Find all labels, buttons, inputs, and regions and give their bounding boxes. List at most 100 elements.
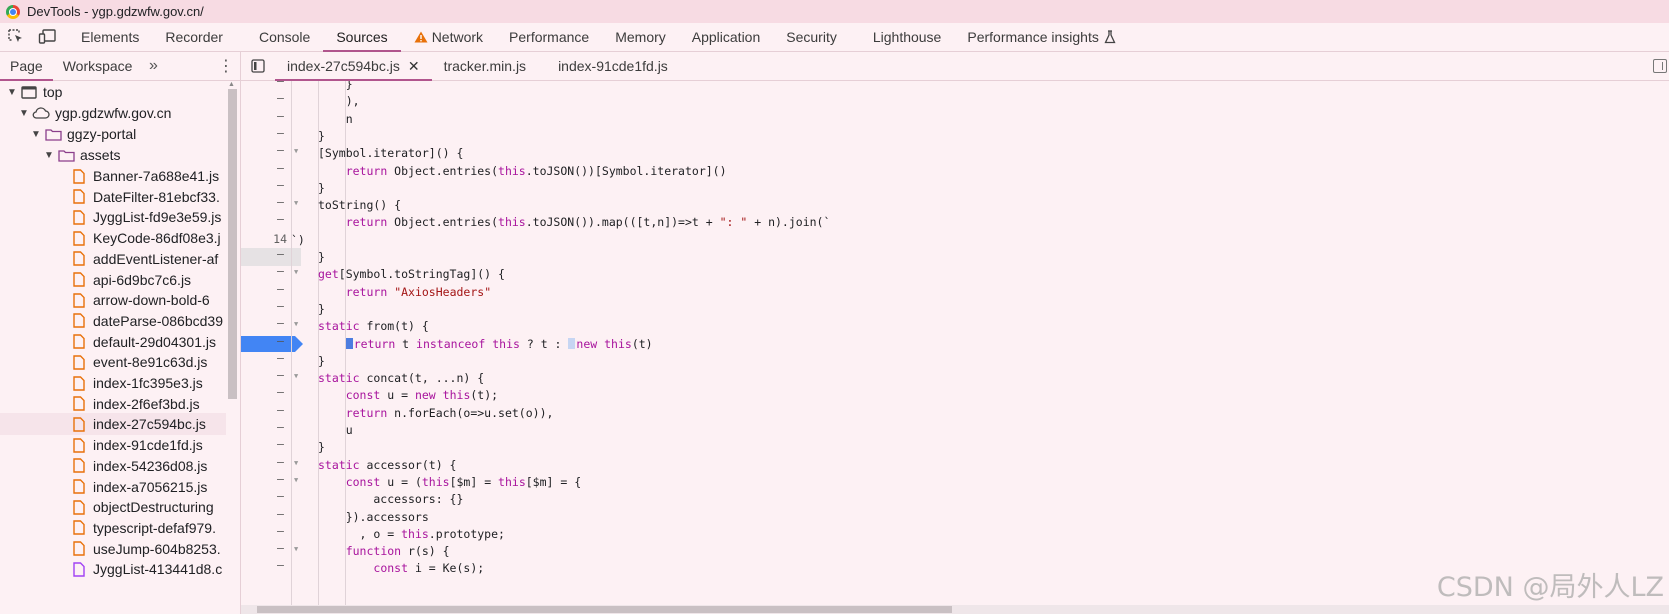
navigator-scrollbar[interactable]: ▲ [226, 81, 238, 614]
gutter-line[interactable]: – [241, 420, 301, 439]
inline-breakpoint-icon[interactable] [568, 337, 576, 349]
tab-performance-insights[interactable]: Performance insights [954, 23, 1129, 51]
file-tab-index-91cde1fd[interactable]: index-91cde1fd.js [546, 52, 680, 80]
file-tab-label: index-27c594bc.js [287, 58, 400, 74]
gutter-line[interactable]: – [241, 299, 301, 318]
tree-file-item[interactable]: DateFilter-81ebcf33. [0, 186, 226, 208]
gutter-line[interactable]: – [241, 247, 301, 266]
gutter-line[interactable]: – [241, 507, 301, 526]
tree-file-item[interactable]: index-1fc395e3.js [0, 372, 226, 394]
tree-file-item[interactable]: index-a7056215.js [0, 476, 226, 498]
tree-file-item[interactable]: dateParse-086bcd39 [0, 310, 226, 332]
file-tab-tracker[interactable]: tracker.min.js [432, 52, 538, 80]
fold-arrow-icon[interactable]: ▼ [294, 372, 298, 380]
tree-file-item[interactable]: event-8e91c63d.js [0, 351, 226, 373]
tree-file-item[interactable]: addEventListener-af [0, 248, 226, 270]
tree-item-label: useJump-604b8253. [93, 540, 221, 557]
more-tabs-chevron-icon[interactable]: » [142, 52, 164, 80]
editor-scroll-thumb[interactable] [257, 606, 952, 613]
gutter-line[interactable]: – [241, 524, 301, 543]
inspect-element-icon[interactable] [0, 23, 32, 51]
tab-performance[interactable]: Performance [496, 23, 602, 51]
tree-item-subfolder[interactable]: ▼ assets [0, 144, 226, 166]
close-tab-icon[interactable]: ✕ [408, 58, 420, 75]
gutter-line[interactable]: – [241, 161, 301, 180]
tab-elements[interactable]: Elements [68, 23, 152, 51]
gutter-line[interactable]: – [241, 437, 301, 456]
tree-file-item[interactable]: default-29d04301.js [0, 331, 226, 353]
gutter-line[interactable]: – ▼ [241, 541, 301, 560]
tree-file-item[interactable]: JyggList-413441d8.c [0, 558, 226, 580]
gutter-line[interactable]: – ▼ [241, 264, 301, 283]
fold-arrow-icon[interactable]: ▼ [294, 545, 298, 553]
toggle-debugger-sidebar-icon[interactable] [1653, 59, 1667, 73]
fold-arrow-icon[interactable]: ▼ [294, 320, 298, 328]
fold-arrow-icon[interactable]: ▼ [294, 147, 298, 155]
gutter-line[interactable]: – [241, 385, 301, 404]
tab-console[interactable]: Console [246, 23, 323, 51]
tab-network[interactable]: Network [401, 23, 496, 51]
line-dash: – [277, 558, 284, 573]
tree-file-item[interactable]: index-91cde1fd.js [0, 434, 226, 456]
tab-workspace[interactable]: Workspace [53, 52, 143, 80]
tree-file-item[interactable]: index-54236d08.js [0, 455, 226, 477]
gutter-line[interactable]: – [241, 81, 301, 93]
expand-arrow-icon[interactable]: ▼ [30, 129, 42, 140]
gutter-line[interactable]: – [241, 489, 301, 508]
tab-page[interactable]: Page [0, 52, 53, 81]
gutter-line[interactable]: – [241, 91, 301, 110]
tree-item-folder[interactable]: ▼ ggzy-portal [0, 123, 226, 145]
tree-file-item[interactable]: arrow-down-bold-6 [0, 289, 226, 311]
gutter-line[interactable]: – [241, 109, 301, 128]
tree-file-item[interactable]: Banner-7a688e41.js [0, 165, 226, 187]
expand-arrow-icon[interactable]: ▼ [18, 108, 30, 119]
tree-file-item[interactable]: api-6d9bc7c6.js [0, 269, 226, 291]
gutter-line[interactable]: – [241, 212, 301, 231]
tree-file-item[interactable]: useJump-604b8253. [0, 538, 226, 560]
file-tab-index-27c594bc[interactable]: index-27c594bc.js ✕ [275, 52, 432, 81]
gutter-line[interactable]: – [241, 282, 301, 301]
expand-arrow-icon[interactable]: ▼ [6, 87, 18, 98]
code-editor[interactable]: – – – – – ▼ – – – ▼ –14– – ▼ – – – ▼ – – – ▼ – – – – – ▼ – ▼ – – – – ▼ – }… [241, 81, 1669, 614]
gutter-line[interactable]: – ▼ [241, 195, 301, 214]
tree-file-item[interactable]: index-27c594bc.js [0, 413, 226, 436]
tab-security[interactable]: Security [773, 23, 850, 51]
tree-item-domain[interactable]: ▼ ygp.gdzwfw.gov.cn [0, 102, 226, 124]
tree-file-item[interactable]: index-2f6ef3bd.js [0, 393, 226, 415]
scroll-up-arrow-icon[interactable]: ▲ [228, 81, 235, 88]
tab-memory[interactable]: Memory [602, 23, 679, 51]
device-toolbar-icon[interactable] [32, 23, 64, 51]
tree-file-item[interactable]: JyggList-fd9e3e59.js [0, 206, 226, 228]
fold-arrow-icon[interactable]: ▼ [294, 459, 298, 467]
tab-recorder[interactable]: Recorder [152, 23, 236, 51]
tree-item-top[interactable]: ▼ top [0, 81, 226, 103]
expand-arrow-icon[interactable]: ▼ [43, 150, 55, 161]
toggle-navigator-icon[interactable] [241, 52, 275, 80]
tree-file-item[interactable]: KeyCode-86df08e3.j [0, 227, 226, 249]
navigator-scroll-thumb[interactable] [228, 89, 237, 399]
gutter-line[interactable]: – ▼ [241, 316, 301, 335]
gutter-line[interactable]: – [241, 558, 301, 577]
more-options-icon[interactable]: ⋮ [218, 58, 234, 75]
code-line: const u = new this(t); [345, 388, 499, 403]
gutter-line[interactable]: – ▼ [241, 143, 301, 162]
tab-sources[interactable]: Sources [323, 23, 402, 52]
gutter-line[interactable]: – [241, 351, 301, 370]
tree-file-item[interactable]: objectDestructuring [0, 496, 226, 518]
fold-arrow-icon[interactable]: ▼ [294, 268, 298, 276]
fold-arrow-icon[interactable]: ▼ [294, 199, 298, 207]
fold-arrow-icon[interactable]: ▼ [294, 476, 298, 484]
inline-breakpoint-icon[interactable] [345, 337, 353, 349]
editor-horizontal-scrollbar[interactable] [241, 605, 1669, 614]
tab-lighthouse[interactable]: Lighthouse [860, 23, 955, 51]
tab-application[interactable]: Application [679, 23, 774, 51]
gutter-line[interactable]: – ▼ [241, 368, 301, 387]
gutter-line[interactable]: – ▼ [241, 472, 301, 491]
gutter-line[interactable]: – [241, 334, 303, 353]
breakpoint-marker[interactable] [241, 335, 303, 352]
gutter-line[interactable]: – [241, 178, 301, 197]
gutter-line[interactable]: – [241, 126, 301, 145]
tree-file-item[interactable]: typescript-defaf979. [0, 517, 226, 539]
gutter-line[interactable]: – ▼ [241, 455, 301, 474]
gutter-line[interactable]: – [241, 403, 301, 422]
